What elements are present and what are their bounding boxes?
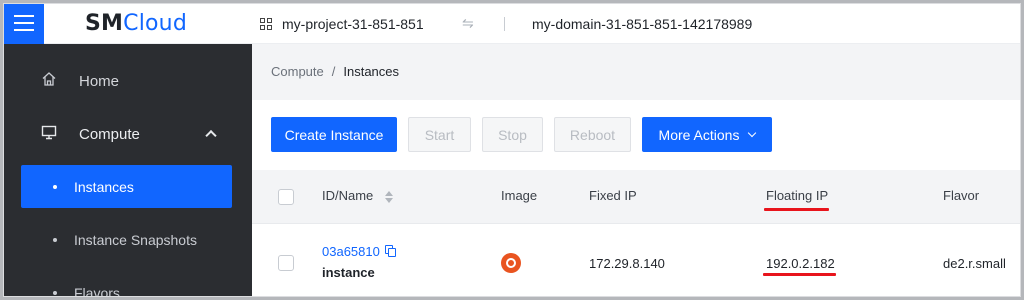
ubuntu-icon xyxy=(501,253,521,273)
bullet-icon xyxy=(53,237,57,242)
start-button[interactable]: Start xyxy=(408,117,471,152)
breadcrumb-separator: / xyxy=(331,64,336,79)
reboot-button[interactable]: Reboot xyxy=(554,117,631,152)
column-floating-ip: Floating IP xyxy=(766,188,829,203)
project-selector[interactable]: my-project-31-851-851 xyxy=(260,3,424,44)
hamburger-icon-bar xyxy=(13,15,34,17)
hamburger-icon-bar xyxy=(13,22,34,24)
sidebar-item-instances[interactable]: Instances xyxy=(21,165,232,208)
sidebar-item-label: Instance Snapshots xyxy=(74,231,197,248)
sidebar-item-home[interactable]: Home xyxy=(3,56,252,106)
instance-id-cell: 03a65810 xyxy=(322,244,396,259)
project-grid-icon xyxy=(260,17,272,30)
column-label: ID/Name xyxy=(322,188,374,203)
swap-icon[interactable]: ⇋ xyxy=(462,3,474,44)
logo-bold: SM xyxy=(85,10,124,36)
monitor-icon xyxy=(41,124,57,144)
bullet-icon xyxy=(53,290,57,295)
sidebar: Home Compute Instances Instance Snapshot… xyxy=(3,44,252,300)
sidebar-item-flavors[interactable]: Flavors xyxy=(21,271,232,300)
top-header: SMCloud my-project-31-851-851 ⇋ my-domai… xyxy=(3,2,1021,44)
more-actions-label: More Actions xyxy=(658,126,740,143)
floating-ip-value: 192.0.2.182 xyxy=(766,256,835,271)
floating-ip-header-underline xyxy=(764,208,829,211)
instance-id-link[interactable]: 03a65810 xyxy=(322,244,380,259)
breadcrumb: Compute / Instances xyxy=(271,64,399,79)
project-name: my-project-31-851-851 xyxy=(282,15,424,32)
bullet-icon xyxy=(53,184,57,189)
select-all-checkbox[interactable] xyxy=(278,189,294,205)
domain-name: my-domain-31-851-851-142178989 xyxy=(532,15,753,32)
sidebar-item-instance-snapshots[interactable]: Instance Snapshots xyxy=(21,218,232,261)
sidebar-item-label: Compute xyxy=(79,125,140,143)
sort-icon[interactable] xyxy=(384,190,393,203)
chevron-down-icon xyxy=(748,128,757,137)
column-fixed-ip: Fixed IP xyxy=(589,188,637,203)
column-image: Image xyxy=(501,188,538,203)
create-instance-button[interactable]: Create Instance xyxy=(271,117,397,152)
header-divider xyxy=(504,17,505,31)
home-icon xyxy=(41,71,57,91)
stop-button[interactable]: Stop xyxy=(482,117,543,152)
menu-toggle-button[interactable] xyxy=(3,2,44,44)
instance-name: instance xyxy=(322,265,375,280)
row-checkbox[interactable] xyxy=(278,255,294,271)
sidebar-item-label: Instances xyxy=(74,178,134,195)
chevron-up-icon xyxy=(205,129,217,142)
logo-rest: Cloud xyxy=(123,10,187,36)
copy-icon[interactable] xyxy=(384,245,396,257)
sidebar-item-label: Home xyxy=(79,72,120,90)
logo[interactable]: SMCloud xyxy=(85,11,187,36)
table-row[interactable]: 03a65810 instance 172.29.8.140 192.0.2.1… xyxy=(252,225,1021,300)
sidebar-item-compute[interactable]: Compute xyxy=(3,109,252,159)
flavor-value: de2.r.small xyxy=(943,256,1006,271)
column-id-name[interactable]: ID/Name xyxy=(322,188,393,203)
table-header: ID/Name Image Fixed IP Floating IP Flavo… xyxy=(252,170,1021,224)
sidebar-item-label: Flavors xyxy=(74,284,120,300)
floating-ip-value-underline xyxy=(763,273,836,276)
breadcrumb-compute[interactable]: Compute xyxy=(271,64,324,79)
fixed-ip-value: 172.29.8.140 xyxy=(589,256,665,271)
main-content: Compute / Instances Create Instance Star… xyxy=(252,44,1021,300)
column-flavor: Flavor xyxy=(943,188,980,203)
breadcrumb-current: Instances xyxy=(343,64,400,79)
more-actions-button[interactable]: More Actions xyxy=(642,117,772,152)
hamburger-icon-bar xyxy=(13,29,34,31)
